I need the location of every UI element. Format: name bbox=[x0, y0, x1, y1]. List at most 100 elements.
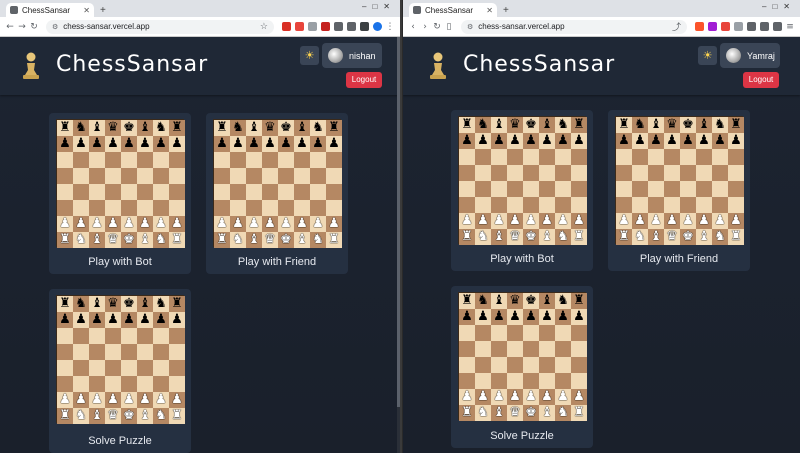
chess-board: ♜ ♞ ♝ ♛ ♚ ♝ ♞ ♜ ♟ ♟ ♟ ♟ ♟ ♟ ♟ ♟ ♟ ♟ ♟ ♟ ♟ ♟ ♟ ♟ ♜ ♞ ♝ ♛ ♚ ♝ ♞ ♜ bbox=[458, 292, 587, 421]
theme-toggle-sun-icon[interactable]: ☀ bbox=[300, 46, 319, 65]
black-knight-icon: ♞ bbox=[712, 117, 728, 133]
extension-icon[interactable] bbox=[282, 22, 291, 31]
board-square bbox=[523, 341, 539, 357]
browser-tab[interactable]: ChessSansar ✕ bbox=[6, 3, 94, 17]
board-square bbox=[539, 373, 555, 389]
white-pawn-icon: ♟ bbox=[105, 392, 121, 408]
close-tab-icon[interactable]: ✕ bbox=[486, 6, 493, 15]
black-queen-icon: ♛ bbox=[105, 120, 121, 136]
extension-icon[interactable] bbox=[295, 22, 304, 31]
board-square bbox=[89, 152, 105, 168]
user-menu[interactable]: Yamraj bbox=[720, 43, 780, 68]
back-icon[interactable]: ‹ bbox=[407, 22, 419, 32]
white-knight-icon: ♞ bbox=[555, 229, 571, 245]
board-square bbox=[571, 197, 587, 213]
board-square bbox=[73, 376, 89, 392]
white-pawn-icon: ♟ bbox=[89, 216, 105, 232]
reload-icon[interactable]: ↻ bbox=[28, 22, 40, 32]
board-square bbox=[73, 184, 89, 200]
board-square bbox=[680, 197, 696, 213]
extensions-puzzle-icon[interactable] bbox=[334, 22, 343, 31]
site-info-icon[interactable]: ⚙ bbox=[467, 23, 473, 31]
white-rook-icon: ♜ bbox=[169, 232, 185, 248]
black-rook-icon: ♜ bbox=[571, 293, 587, 309]
address-bar[interactable]: ⚙ chess-sansar.vercel.app ☆ bbox=[46, 19, 274, 34]
board-square bbox=[230, 184, 246, 200]
close-tab-icon[interactable]: ✕ bbox=[83, 6, 90, 15]
wallet-icon[interactable] bbox=[773, 22, 782, 31]
site-info-icon[interactable]: ⚙ bbox=[52, 23, 58, 31]
white-pawn-icon: ♟ bbox=[57, 216, 73, 232]
mode-card-puzzle[interactable]: ♜ ♞ ♝ ♛ ♚ ♝ ♞ ♜ ♟ ♟ ♟ ♟ ♟ ♟ ♟ ♟ ♟ ♟ ♟ ♟ ♟ ♟ ♟ ♟ ♜ ♞ ♝ ♛ ♚ ♝ ♞ ♜ Solve P… bbox=[49, 289, 191, 453]
forward-icon[interactable]: › bbox=[419, 22, 431, 32]
board-square bbox=[475, 373, 491, 389]
board-square bbox=[278, 152, 294, 168]
black-pawn-icon: ♟ bbox=[523, 133, 539, 149]
black-pawn-icon: ♟ bbox=[153, 136, 169, 152]
mode-card-friend[interactable]: ♜ ♞ ♝ ♛ ♚ ♝ ♞ ♜ ♟ ♟ ♟ ♟ ♟ ♟ ♟ ♟ ♟ ♟ ♟ ♟ ♟ ♟ ♟ ♟ ♜ ♞ ♝ ♛ ♚ ♝ ♞ ♜ Play wi… bbox=[608, 110, 750, 271]
extension-icon[interactable] bbox=[734, 22, 743, 31]
extension-icon[interactable] bbox=[321, 22, 330, 31]
brave-rewards-icon[interactable] bbox=[708, 22, 717, 31]
bookmark-icon[interactable]: ▯ bbox=[443, 22, 455, 32]
profile-icon[interactable] bbox=[373, 22, 382, 31]
new-tab-icon[interactable]: + bbox=[100, 5, 106, 16]
board-square bbox=[539, 325, 555, 341]
board-square bbox=[507, 357, 523, 373]
sidepanel-icon[interactable] bbox=[760, 22, 769, 31]
url-text: chess-sansar.vercel.app bbox=[478, 22, 565, 31]
black-pawn-icon: ♟ bbox=[555, 133, 571, 149]
user-menu[interactable]: nishan bbox=[322, 43, 382, 68]
address-bar[interactable]: ⚙ chess-sansar.vercel.app ⤴ bbox=[461, 19, 687, 34]
mode-card-puzzle[interactable]: ♜ ♞ ♝ ♛ ♚ ♝ ♞ ♜ ♟ ♟ ♟ ♟ ♟ ♟ ♟ ♟ ♟ ♟ ♟ ♟ ♟ ♟ ♟ ♟ ♜ ♞ ♝ ♛ ♚ ♝ ♞ ♜ Solve P… bbox=[451, 286, 593, 448]
back-icon[interactable]: ← bbox=[4, 22, 16, 32]
logout-button[interactable]: Logout bbox=[346, 72, 382, 88]
board-square bbox=[73, 152, 89, 168]
brave-shield-icon[interactable] bbox=[695, 22, 704, 31]
board-square bbox=[632, 181, 648, 197]
board-square bbox=[326, 200, 342, 216]
forward-icon[interactable]: → bbox=[16, 22, 28, 32]
browser-tab[interactable]: ChessSansar ✕ bbox=[409, 3, 497, 17]
mode-card-bot[interactable]: ♜ ♞ ♝ ♛ ♚ ♝ ♞ ♜ ♟ ♟ ♟ ♟ ♟ ♟ ♟ ♟ ♟ ♟ ♟ ♟ ♟ ♟ ♟ ♟ ♜ ♞ ♝ ♛ ♚ ♝ ♞ ♜ Play wi… bbox=[49, 113, 191, 274]
mode-card-bot[interactable]: ♜ ♞ ♝ ♛ ♚ ♝ ♞ ♜ ♟ ♟ ♟ ♟ ♟ ♟ ♟ ♟ ♟ ♟ ♟ ♟ ♟ ♟ ♟ ♟ ♜ ♞ ♝ ♛ ♚ ♝ ♞ ♜ Play wi… bbox=[451, 110, 593, 271]
new-tab-icon[interactable]: + bbox=[503, 5, 509, 16]
white-queen-icon: ♛ bbox=[105, 232, 121, 248]
download-icon[interactable] bbox=[347, 22, 356, 31]
black-pawn-icon: ♟ bbox=[696, 133, 712, 149]
white-rook-icon: ♜ bbox=[728, 229, 744, 245]
white-pawn-icon: ♟ bbox=[555, 389, 571, 405]
reload-icon[interactable]: ↻ bbox=[431, 22, 443, 32]
white-pawn-icon: ♟ bbox=[571, 389, 587, 405]
board-square bbox=[121, 328, 137, 344]
black-pawn-icon: ♟ bbox=[153, 312, 169, 328]
menu-icon[interactable]: ⋮ bbox=[384, 22, 396, 32]
share-icon[interactable]: ⤴ bbox=[672, 20, 681, 33]
black-knight-icon: ♞ bbox=[475, 293, 491, 309]
board-square bbox=[571, 325, 587, 341]
white-pawn-icon: ♟ bbox=[523, 213, 539, 229]
black-knight-icon: ♞ bbox=[310, 120, 326, 136]
board-square bbox=[491, 373, 507, 389]
window-controls[interactable]: –□✕ bbox=[362, 2, 396, 11]
extension-icon[interactable] bbox=[308, 22, 317, 31]
black-pawn-icon: ♟ bbox=[539, 133, 555, 149]
board-square bbox=[712, 197, 728, 213]
white-queen-icon: ♛ bbox=[507, 405, 523, 421]
black-pawn-icon: ♟ bbox=[89, 312, 105, 328]
sidepanel-icon[interactable] bbox=[360, 22, 369, 31]
extension-icon[interactable] bbox=[721, 22, 730, 31]
bookmark-star-icon[interactable]: ☆ bbox=[260, 21, 268, 32]
board-square bbox=[137, 184, 153, 200]
extensions-puzzle-icon[interactable] bbox=[747, 22, 756, 31]
white-pawn-icon: ♟ bbox=[459, 389, 475, 405]
theme-toggle-sun-icon[interactable]: ☀ bbox=[698, 46, 717, 65]
board-square bbox=[57, 360, 73, 376]
board-square bbox=[57, 344, 73, 360]
window-controls[interactable]: –□✕ bbox=[762, 2, 796, 11]
brand-title[interactable]: ChessSansar bbox=[56, 52, 208, 77]
brand-title[interactable]: ChessSansar bbox=[463, 52, 615, 77]
mode-card-friend[interactable]: ♜ ♞ ♝ ♛ ♚ ♝ ♞ ♜ ♟ ♟ ♟ ♟ ♟ ♟ ♟ ♟ ♟ ♟ ♟ ♟ ♟ ♟ ♟ ♟ ♜ ♞ ♝ ♛ ♚ ♝ ♞ ♜ Play wi… bbox=[206, 113, 348, 274]
menu-icon[interactable]: ≡ bbox=[784, 22, 796, 32]
logout-button[interactable]: Logout bbox=[743, 72, 779, 88]
